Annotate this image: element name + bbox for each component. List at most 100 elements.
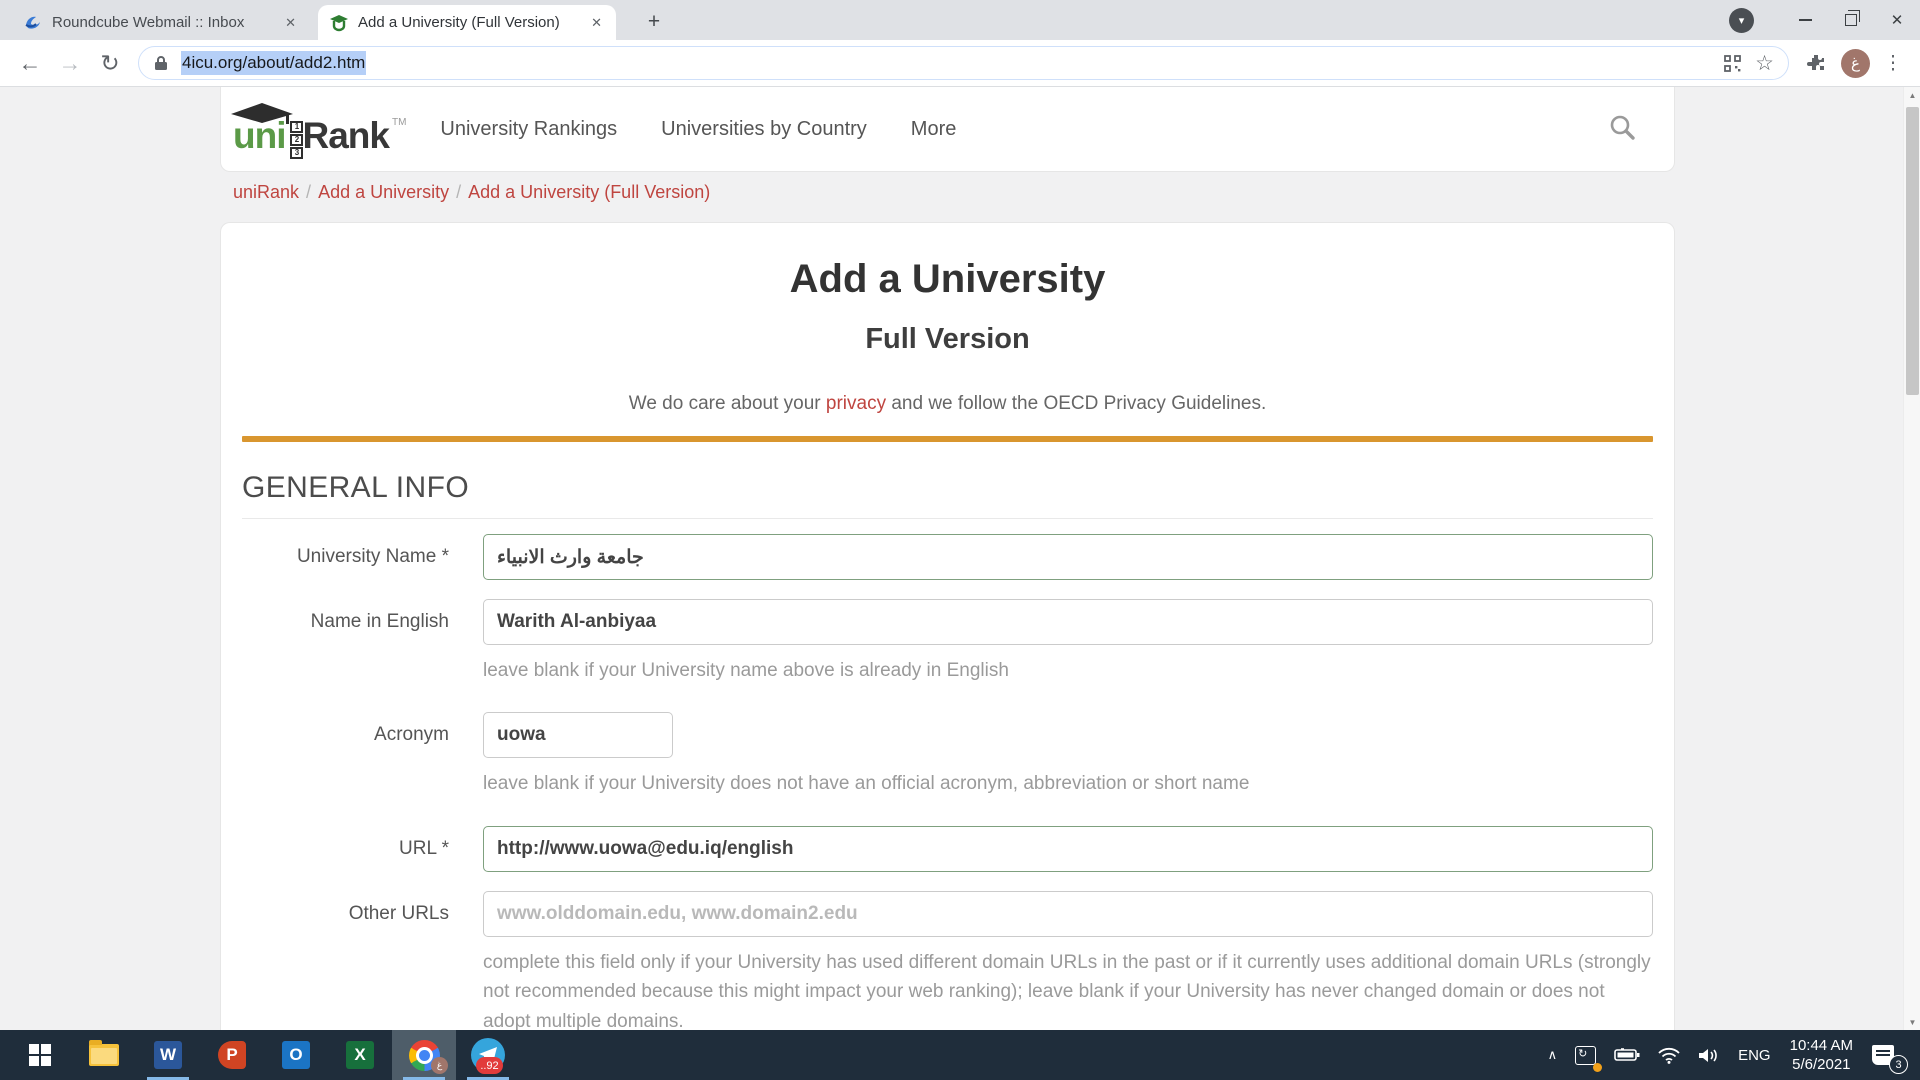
tab-close-icon[interactable]: ✕ [281,13,300,33]
tray-date: 5/6/2021 [1790,1055,1853,1074]
scrollbar-thumb[interactable] [1906,107,1919,395]
tray-time: 10:44 AM [1790,1036,1853,1055]
acronym-input[interactable] [483,712,673,758]
maximize-icon [1845,14,1857,26]
telegram-badge: ..92 [476,1057,503,1074]
powerpoint-button[interactable]: P [200,1030,264,1080]
volume-button[interactable] [1689,1030,1729,1080]
chrome-profile-badge: غ [431,1057,448,1074]
tab-title: Roundcube Webmail :: Inbox [52,14,281,31]
privacy-link[interactable]: privacy [826,393,886,414]
tray-app-icon [1575,1046,1596,1065]
maximize-button[interactable] [1828,0,1874,40]
tray-chevron-icon[interactable]: ∧ [1539,1030,1567,1080]
form-row-university-name: University Name * [242,534,1653,580]
acronym-label: Acronym [242,712,483,798]
telegram-button[interactable]: ..92 [456,1030,520,1080]
acronym-help: leave blank if your University does not … [483,769,1653,798]
nav-more[interactable]: More [911,118,957,141]
url-text[interactable]: 4icu.org/about/add2.htm [181,51,366,75]
forward-button[interactable]: → [50,45,90,81]
scroll-up-icon[interactable]: ▲ [1904,87,1920,103]
new-tab-button[interactable]: + [640,8,668,36]
page-title: Add a University [242,257,1653,302]
powerpoint-icon: P [218,1041,246,1069]
chrome-button[interactable]: غ [392,1030,456,1080]
page-viewport: uni 1 2 3 Rank TM University Rankings Un… [0,87,1920,1030]
back-button[interactable]: ← [10,45,50,81]
taskbar: W P O X غ ..92 ∧ [0,1030,1920,1080]
form-row-name-in-english: Name in English leave blank if your Univ… [242,599,1653,685]
form-row-other-urls: Other URLs complete this field only if y… [242,891,1653,1030]
browser-update-icon[interactable]: ▾ [1729,8,1754,33]
form-row-acronym: Acronym leave blank if your University d… [242,712,1653,798]
word-button[interactable]: W [136,1030,200,1080]
university-name-input[interactable] [483,534,1653,580]
orange-divider [242,436,1653,442]
bookmark-star-icon[interactable]: ☆ [1755,51,1774,76]
tab-add-university[interactable]: Add a University (Full Version) ✕ [318,5,616,40]
qr-code-icon[interactable] [1724,55,1741,72]
unirank-logo[interactable]: uni 1 2 3 Rank TM [233,101,406,157]
breadcrumb-add-university[interactable]: Add a University [318,182,449,202]
tray-app-status-dot [1593,1063,1602,1072]
url-input[interactable] [483,826,1653,872]
word-icon: W [154,1041,182,1069]
site-search-icon[interactable] [1608,113,1636,146]
breadcrumb-current[interactable]: Add a University (Full Version) [468,182,710,202]
form-card: Add a University Full Version We do care… [220,222,1675,1030]
section-title: GENERAL INFO [242,471,1653,505]
name-in-english-input[interactable] [483,599,1653,645]
outlook-button[interactable]: O [264,1030,328,1080]
minimize-button[interactable] [1782,0,1828,40]
logo-123: 1 2 3 [290,121,303,159]
tab-close-icon[interactable]: ✕ [587,13,606,33]
reload-button[interactable]: ↻ [90,45,130,81]
action-center-button[interactable]: 3 [1863,1030,1910,1080]
lock-icon [154,55,168,71]
form-row-url: URL * [242,826,1653,872]
url-label: URL * [242,826,483,872]
battery-button[interactable] [1605,1030,1649,1080]
folder-icon [89,1044,119,1066]
browser-menu-icon[interactable]: ⋮ [1876,45,1910,81]
name-in-english-label: Name in English [242,599,483,685]
screen: Roundcube Webmail :: Inbox ✕ Add a Unive… [0,0,1920,1080]
breadcrumb: uniRank/Add a University/Add a Universit… [233,182,710,203]
file-explorer-button[interactable] [72,1030,136,1080]
name-in-english-help: leave blank if your University name abov… [483,656,1653,685]
extensions-puzzle-icon[interactable] [1797,45,1835,81]
language-indicator[interactable]: ENG [1729,1030,1780,1080]
nav-universities-by-country[interactable]: Universities by Country [661,118,867,141]
address-bar[interactable]: 4icu.org/about/add2.htm ☆ [138,46,1789,80]
graduation-cap-icon [231,103,293,127]
toolbar-right: غ ⋮ [1797,45,1910,81]
browser-toolbar: ← → ↻ 4icu.org/about/add2.htm ☆ غ ⋮ [0,40,1920,87]
browser-tabstrip: Roundcube Webmail :: Inbox ✕ Add a Unive… [0,0,1920,40]
excel-icon: X [346,1041,374,1069]
logo-rank-text: Rank [302,115,388,157]
wifi-button[interactable] [1649,1030,1689,1080]
wifi-icon [1658,1047,1680,1064]
tray-app-button[interactable] [1566,1030,1605,1080]
start-button[interactable] [8,1030,72,1080]
window-controls: ▾ ✕ [1729,0,1920,40]
unirank-favicon [330,14,348,32]
windows-start-icon [29,1044,51,1066]
university-name-label: University Name * [242,534,483,580]
profile-avatar[interactable]: غ [1841,49,1870,78]
tab-roundcube[interactable]: Roundcube Webmail :: Inbox ✕ [12,5,310,40]
minimize-icon [1799,19,1812,21]
scroll-down-icon[interactable]: ▼ [1904,1014,1920,1030]
clock[interactable]: 10:44 AM 5/6/2021 [1780,1036,1863,1074]
roundcube-favicon [24,14,42,32]
close-button[interactable]: ✕ [1874,0,1920,40]
section-divider [242,518,1653,519]
other-urls-input[interactable] [483,891,1653,937]
other-urls-help: complete this field only if your Univers… [483,948,1653,1030]
nav-university-rankings[interactable]: University Rankings [440,118,617,141]
breadcrumb-unirank[interactable]: uniRank [233,182,299,202]
site-nav: University Rankings Universities by Coun… [440,118,956,141]
page-scrollbar[interactable]: ▲ ▼ [1903,87,1920,1030]
excel-button[interactable]: X [328,1030,392,1080]
